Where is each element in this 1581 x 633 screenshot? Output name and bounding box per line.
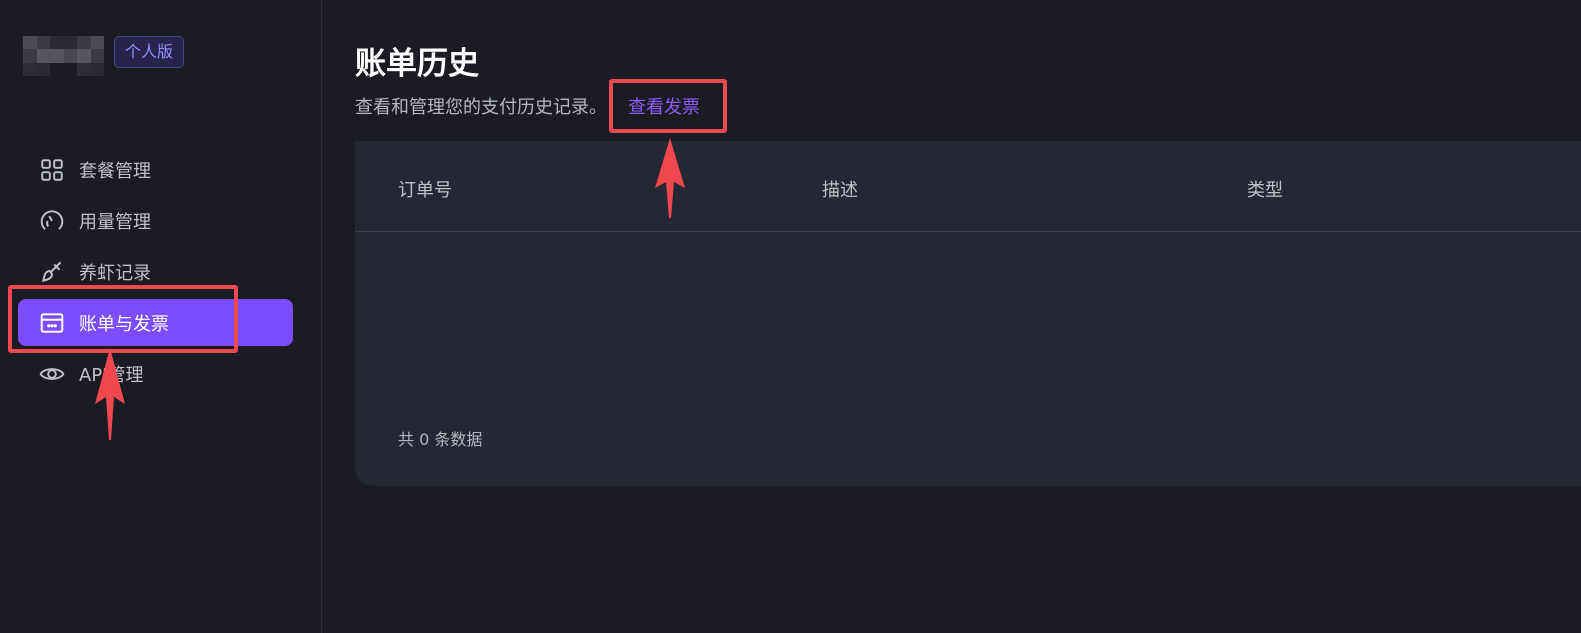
sidebar-item-records[interactable]: 养虾记录 <box>18 248 293 295</box>
sidebar-item-label: 用量管理 <box>79 211 151 233</box>
column-header-description: 描述 <box>822 180 858 201</box>
sidebar-item-label: 套餐管理 <box>79 160 151 182</box>
billing-card-icon <box>40 312 64 333</box>
record-count: 共 0 条数据 <box>398 430 483 449</box>
app-logo[interactable] <box>23 36 104 76</box>
billing-table: 订单号 描述 类型 共 0 条数据 <box>355 141 1581 486</box>
column-header-order-id: 订单号 <box>398 180 452 201</box>
table-header: 订单号 描述 类型 <box>355 141 1581 232</box>
brush-icon <box>42 261 62 282</box>
page-title: 账单历史 <box>355 46 479 82</box>
grid-icon <box>41 158 63 181</box>
sidebar-item-api[interactable]: API管理 <box>18 350 293 397</box>
sidebar-item-label: API管理 <box>79 364 144 386</box>
sidebar-item-usage[interactable]: 用量管理 <box>18 197 293 244</box>
sidebar-item-billing[interactable]: 账单与发票 <box>18 299 293 346</box>
view-invoice-link[interactable]: 查看发票 <box>628 93 700 119</box>
column-header-type: 类型 <box>1247 180 1283 201</box>
eye-icon <box>39 367 65 380</box>
sidebar-item-label: 养虾记录 <box>79 262 151 284</box>
page-subtitle: 查看和管理您的支付历史记录。 <box>355 97 607 118</box>
sidebar: 个人版 套餐管理 用量管理 养虾记录 账单与发票 API管理 <box>0 0 322 633</box>
sidebar-item-label: 账单与发票 <box>79 313 169 335</box>
gauge-icon <box>40 209 64 230</box>
plan-badge: 个人版 <box>114 36 185 68</box>
sidebar-item-plans[interactable]: 套餐管理 <box>18 146 293 193</box>
sidebar-nav: 套餐管理 用量管理 养虾记录 账单与发票 API管理 <box>18 146 293 401</box>
